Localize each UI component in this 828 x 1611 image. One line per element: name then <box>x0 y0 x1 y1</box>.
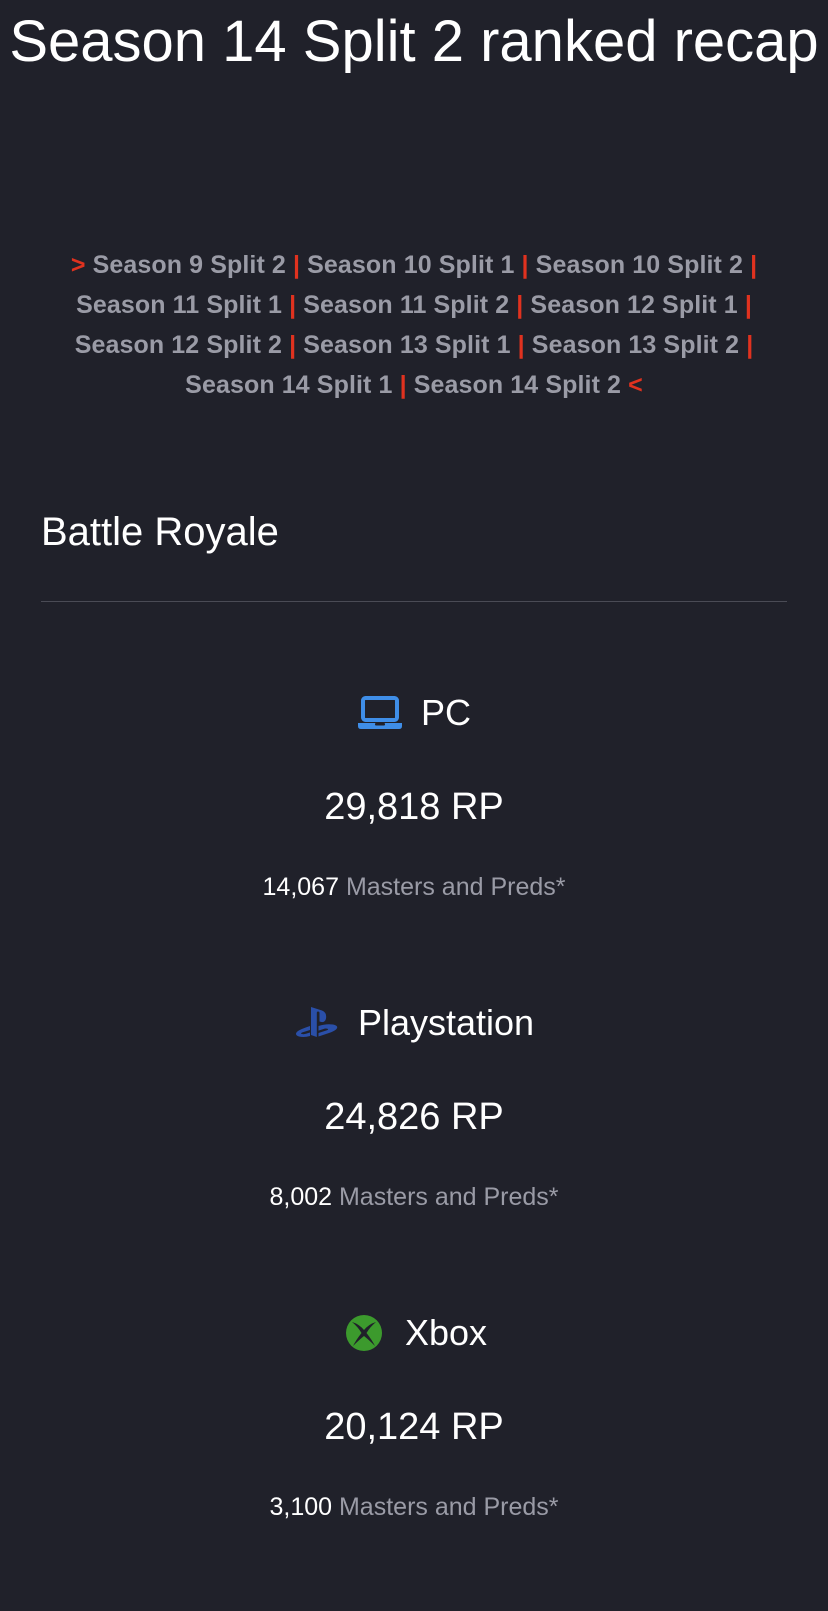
xbox-icon <box>341 1313 387 1353</box>
rp-threshold: 24,826 RP <box>324 1096 504 1138</box>
platform-name: Xbox <box>404 1312 488 1353</box>
nav-open-marker: > <box>70 251 86 279</box>
season-nav: > Season 9 Split 2 | Season 10 Split 1 |… <box>30 245 798 405</box>
masters-count: 14,067 <box>262 873 339 901</box>
nav-separator: | <box>292 251 301 279</box>
laptop-icon <box>357 693 403 733</box>
season-link-s11-split1[interactable]: Season 11 Split 1 <box>76 291 282 319</box>
season-link-s12-split2[interactable]: Season 12 Split 2 <box>75 331 282 359</box>
season-link-s9-split2[interactable]: Season 9 Split 2 <box>93 251 286 279</box>
page-title: Season 14 Split 2 ranked recap <box>9 9 819 74</box>
nav-close-marker: < <box>628 371 643 399</box>
nav-separator: | <box>744 291 752 319</box>
season-link-s13-split1[interactable]: Season 13 Split 1 <box>303 331 510 359</box>
platform-name: PC <box>420 692 471 733</box>
season-link-s13-split2[interactable]: Season 13 Split 2 <box>532 331 739 359</box>
rp-threshold: 29,818 RP <box>324 786 504 828</box>
masters-label: Masters and Preds* <box>345 873 566 901</box>
nav-separator: | <box>516 291 524 319</box>
platform-header: PC <box>0 688 828 738</box>
platform-xbox: Xbox 20,124 RP 3,100 Masters and Preds* <box>0 1308 828 1524</box>
season-link-s11-split2[interactable]: Season 11 Split 2 <box>303 291 509 319</box>
platform-name: Playstation <box>357 1002 535 1043</box>
masters-label: Masters and Preds* <box>338 1183 559 1211</box>
section-heading: Battle Royale <box>41 510 279 554</box>
nav-separator: | <box>517 331 525 359</box>
season-link-s14-split2[interactable]: Season 14 Split 2 <box>414 371 621 399</box>
masters-count: 3,100 <box>269 1493 333 1521</box>
season-link-s12-split1[interactable]: Season 12 Split 1 <box>530 291 737 319</box>
masters-count: 8,002 <box>269 1183 333 1211</box>
masters-label: Masters and Preds* <box>338 1493 559 1521</box>
platform-playstation: Playstation 24,826 RP 8,002 Masters and … <box>0 998 828 1214</box>
platform-pc: PC 29,818 RP 14,067 Masters and Preds* <box>0 688 828 904</box>
masters-count-line: 14,067 Masters and Preds* <box>0 870 828 904</box>
platform-header: Xbox <box>0 1308 828 1358</box>
rp-threshold: 20,124 RP <box>324 1406 504 1448</box>
nav-separator: | <box>399 371 407 399</box>
nav-separator: | <box>521 251 529 279</box>
season-link-s14-split1[interactable]: Season 14 Split 1 <box>185 371 392 399</box>
nav-separator: | <box>289 331 297 359</box>
nav-separator: | <box>750 251 758 279</box>
masters-count-line: 8,002 Masters and Preds* <box>0 1180 828 1214</box>
platform-header: Playstation <box>0 998 828 1048</box>
playstation-icon <box>294 1003 340 1043</box>
masters-count-line: 3,100 Masters and Preds* <box>0 1490 828 1524</box>
season-link-s10-split2[interactable]: Season 10 Split 2 <box>536 251 743 279</box>
nav-separator: | <box>289 291 297 319</box>
section-divider <box>41 601 787 602</box>
nav-separator: | <box>746 331 754 359</box>
season-link-s10-split1[interactable]: Season 10 Split 1 <box>307 251 514 279</box>
